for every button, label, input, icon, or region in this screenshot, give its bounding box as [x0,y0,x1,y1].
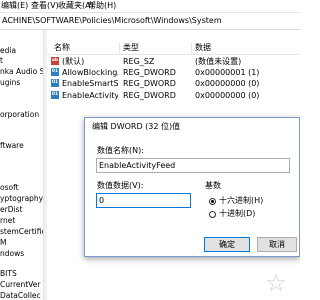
table-row[interactable]: 01 EnableSmartScr REG_DWORD 0x00000000 (… [47,78,300,89]
value-type: REG_DWORD [123,91,176,100]
value-name: (默认) [62,57,85,66]
tree-item[interactable]: osoft [0,183,19,193]
value-data: 0x00000001 (1) [195,68,260,77]
base-group-label: 基数 [205,181,221,190]
tree-item[interactable]: ugins [0,78,20,88]
edit-dword-dialog: 编辑 DWORD (32 位)值 数值名称(N): EnableActivity… [84,117,300,257]
column-header-name[interactable]: 名称 [54,43,70,53]
string-value-icon: ab [51,57,59,65]
dword-value-icon: 01 [51,68,59,76]
value-name: EnableSmartScr [62,79,118,88]
value-name: AllowBlockingA... [62,68,118,77]
column-header-data[interactable]: 数据 [195,43,211,53]
dialog-title: 编辑 DWORD (32 位)值 [92,122,181,131]
dword-value-icon: 01 [51,79,59,87]
registry-editor-window: 编辑(E) 查看(V) 收藏夹(A) 帮助(H) ACHINE\SOFTWARE… [0,0,300,300]
hex-radio-label[interactable]: 十六进制(H) [219,196,263,206]
value-name: EnableActivityFe [62,91,118,100]
value-data-field[interactable]: 0 [96,193,191,208]
value-name-label: 数值名称(N): [97,146,144,155]
watermark-star-icon: ☆ [265,269,287,297]
hex-radio[interactable] [209,198,216,205]
ok-button[interactable]: 确定 [204,237,250,252]
value-type: REG_DWORD [123,68,176,77]
tree-item[interactable]: M [0,238,6,248]
table-row[interactable]: ab (默认) REG_SZ (数值未设置) [47,56,300,67]
address-bar[interactable]: ACHINE\SOFTWARE\Policies\Microsoft\Windo… [0,13,300,30]
value-type: REG_SZ [123,57,155,66]
column-divider[interactable] [191,42,192,54]
tree-item[interactable]: erDist [0,205,22,215]
value-data-label: 数值数据(V): [97,181,144,190]
menu-view[interactable]: 查看(V) [31,1,59,11]
tree-item[interactable]: orporation [0,110,39,120]
column-header-type[interactable]: 类型 [123,43,139,53]
value-data: 0x00000000 (0) [195,91,260,100]
tree-item[interactable]: yptography [0,194,43,204]
tree-item[interactable]: edia [0,46,16,56]
menu-bar: 编辑(E) 查看(V) 收藏夹(A) 帮助(H) [0,0,300,13]
column-divider[interactable] [119,42,120,54]
key-tree-pane[interactable]: edia t nka Audio S ugins orporation ftwa… [0,30,44,300]
tree-item[interactable]: ftware [0,141,24,151]
value-type: REG_DWORD [123,79,176,88]
cancel-button[interactable]: 取消 [257,237,297,252]
tree-item[interactable]: t [0,56,3,66]
dec-radio-label[interactable]: 十进制(D) [219,209,255,219]
dialog-titlebar[interactable]: 编辑 DWORD (32 位)值 [85,118,299,136]
menu-edit[interactable]: 编辑(E) [1,1,28,11]
table-row[interactable]: 01 EnableActivityFe REG_DWORD 0x00000000… [47,90,300,101]
dword-value-icon: 01 [51,91,59,99]
tree-item[interactable]: rnet [0,216,15,226]
tree-item[interactable]: CurrentVer [0,280,40,290]
table-row[interactable]: 01 AllowBlockingA... REG_DWORD 0x0000000… [47,67,300,78]
value-data: 0x00000000 (0) [195,79,260,88]
tree-item[interactable]: stemCertific [0,227,43,237]
tree-item[interactable]: BITS [0,269,17,279]
value-data: (数值未设置) [195,57,242,66]
address-path[interactable]: ACHINE\SOFTWARE\Policies\Microsoft\Windo… [2,16,222,26]
dec-radio[interactable] [209,211,216,218]
menu-help[interactable]: 帮助(H) [88,1,116,11]
list-header: 名称 类型 数据 [47,42,300,55]
tree-item[interactable]: ndows [0,249,24,259]
tree-item[interactable]: nka Audio S [0,67,43,77]
tree-item[interactable]: DataCollec [0,291,41,300]
value-name-field[interactable]: EnableActivityFeed [96,158,290,173]
